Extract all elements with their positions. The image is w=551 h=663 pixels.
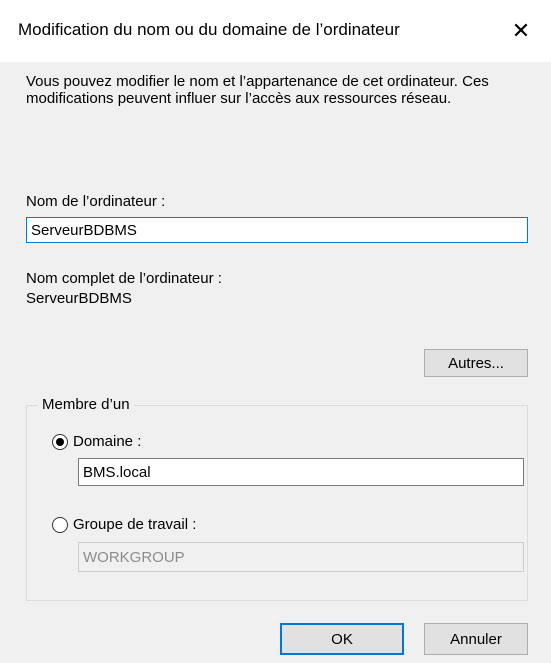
computer-name-input[interactable] [26,217,528,243]
full-name-value: ServeurBDBMS [26,290,132,307]
dialog-body: Vous pouvez modifier le nom et l’apparte… [0,62,551,663]
cancel-button[interactable]: Annuler [424,623,528,655]
ok-button[interactable]: OK [280,623,404,655]
dialog-title: Modification du nom ou du domaine de l’o… [18,20,400,39]
description-text: Vous pouvez modifier le nom et l’apparte… [26,73,489,107]
full-name-label: Nom complet de l’ordinateur : [26,270,222,287]
close-icon[interactable]: ✕ [504,14,538,48]
domain-label[interactable]: Domaine : [73,433,141,450]
domain-input[interactable] [78,458,524,486]
domain-radio[interactable] [52,434,68,450]
workgroup-radio[interactable] [52,517,68,533]
more-button[interactable]: Autres... [424,349,528,377]
workgroup-input [78,542,524,572]
title-bar: Modification du nom ou du domaine de l’o… [0,0,551,62]
workgroup-label[interactable]: Groupe de travail : [73,516,196,533]
membership-legend: Membre d’un [38,396,134,413]
radio-selected-dot-icon [56,438,64,446]
computer-name-label: Nom de l’ordinateur : [26,193,166,210]
